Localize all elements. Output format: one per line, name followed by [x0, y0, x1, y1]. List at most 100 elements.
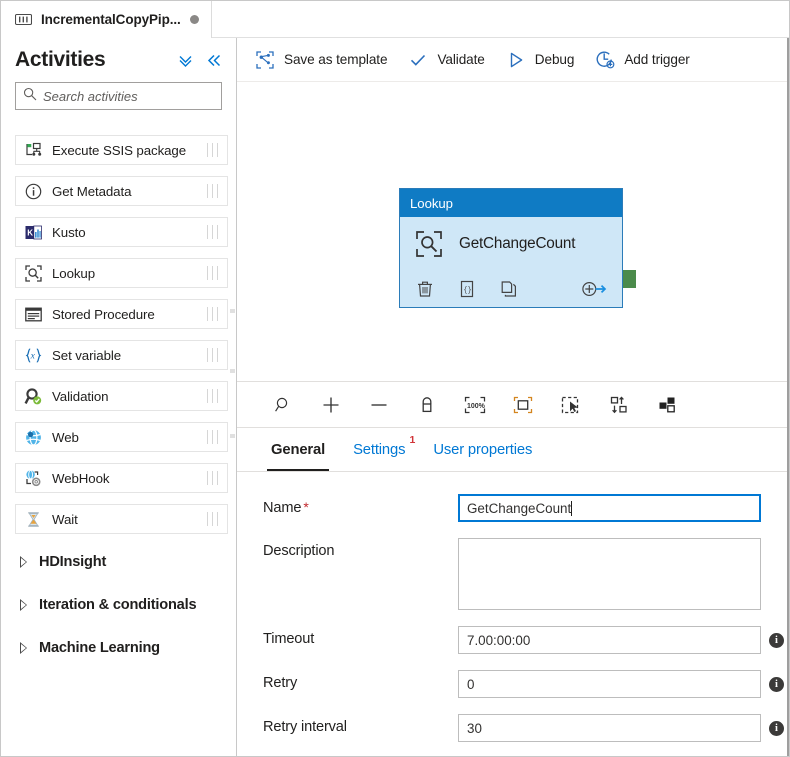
activity-item-set-variable[interactable]: x Set variable — [15, 340, 228, 370]
pipeline-tab-title: IncrementalCopyPip... — [41, 12, 181, 27]
activity-item-wait[interactable]: Wait — [15, 504, 228, 534]
drag-handle[interactable] — [207, 266, 218, 280]
pipeline-activity-node-getchangecount[interactable]: Lookup GetChangeCount {} — [399, 188, 623, 308]
kusto-icon: K — [24, 223, 43, 242]
field-label-retry: Retry — [263, 670, 458, 691]
select-region-icon[interactable] — [547, 388, 595, 422]
set-variable-icon: x — [24, 346, 43, 365]
command-label: Validate — [437, 52, 485, 67]
activity-item-stored-procedure[interactable]: Stored Procedure — [15, 299, 228, 329]
activity-item-webhook[interactable]: WebHook — [15, 463, 228, 493]
unsaved-changes-dot — [189, 15, 199, 24]
lock-icon[interactable] — [403, 388, 451, 422]
activity-item-get-metadata[interactable]: Get Metadata — [15, 176, 228, 206]
field-control-name: GetChangeCount — [458, 494, 789, 522]
name-input-value: GetChangeCount — [467, 500, 572, 516]
code-view-icon[interactable]: {} — [457, 279, 477, 299]
validate-button[interactable]: Validate — [406, 44, 495, 76]
activity-item-web[interactable]: Web — [15, 422, 228, 452]
tab-general[interactable]: General — [257, 429, 339, 471]
zoom-100-percent-icon[interactable]: 100% — [451, 388, 499, 422]
info-icon[interactable]: i — [769, 633, 784, 648]
execute-ssis-package-icon — [24, 141, 43, 160]
sidebar-scrollbar[interactable] — [230, 134, 235, 608]
retry-interval-input[interactable] — [458, 714, 761, 742]
tab-label: General — [271, 442, 326, 458]
drag-handle[interactable] — [207, 143, 218, 157]
fit-to-screen-icon[interactable] — [499, 388, 547, 422]
field-row-name: Name * GetChangeCount — [237, 494, 789, 522]
pipeline-tab[interactable]: IncrementalCopyPip... — [1, 1, 212, 38]
text-caret — [571, 500, 573, 516]
settings-error-badge: 1 — [409, 434, 416, 446]
tab-settings[interactable]: Settings 1 — [339, 429, 419, 471]
zoom-in-icon[interactable] — [307, 388, 355, 422]
chevron-right-icon — [20, 556, 27, 568]
info-icon[interactable]: i — [769, 721, 784, 736]
zoom-out-icon[interactable] — [355, 388, 403, 422]
get-metadata-icon — [24, 182, 43, 201]
layout-icon[interactable] — [643, 388, 691, 422]
chevron-double-down-icon[interactable] — [176, 51, 194, 69]
add-output-icon[interactable] — [580, 279, 608, 299]
activity-item-kusto[interactable]: K Kusto — [15, 217, 228, 247]
activity-item-execute-ssis-package[interactable]: Execute SSIS package — [15, 135, 228, 165]
drag-handle[interactable] — [207, 307, 218, 321]
drag-handle[interactable] — [207, 430, 218, 444]
document-tab-strip: IncrementalCopyPip... — [1, 1, 789, 38]
chevron-right-icon — [20, 642, 27, 654]
pipeline-main-panel: Save as template Validate Debug Add trig… — [237, 38, 789, 756]
activity-group-hdinsight[interactable]: HDInsight — [15, 547, 228, 577]
search-activities-box[interactable] — [15, 82, 222, 110]
tab-label: Settings — [353, 442, 406, 458]
field-control-retry: i — [458, 670, 789, 698]
field-label-name: Name * — [263, 494, 458, 516]
activity-label: WebHook — [52, 470, 110, 486]
auto-align-icon[interactable] — [595, 388, 643, 422]
timeout-input[interactable] — [458, 626, 761, 654]
search-input[interactable] — [43, 83, 221, 109]
drag-handle[interactable] — [207, 471, 218, 485]
retry-input[interactable] — [458, 670, 761, 698]
clone-icon[interactable] — [499, 279, 519, 299]
lookup-icon — [414, 229, 444, 259]
pipeline-icon — [14, 13, 33, 26]
activity-item-validation[interactable]: Validation — [15, 381, 228, 411]
info-icon[interactable]: i — [769, 677, 784, 692]
add-trigger-icon — [595, 50, 615, 70]
save-as-template-icon — [255, 50, 275, 70]
save-as-template-button[interactable]: Save as template — [253, 44, 398, 76]
field-row-retry-interval: Retry interval i — [237, 714, 789, 742]
add-trigger-button[interactable]: Add trigger — [593, 44, 700, 76]
zoom-to-fit-icon[interactable] — [259, 388, 307, 422]
tab-user-properties[interactable]: User properties — [419, 429, 546, 471]
activities-sidebar-header: Activities — [1, 38, 236, 82]
activity-item-lookup[interactable]: Lookup — [15, 258, 228, 288]
drag-handle[interactable] — [207, 184, 218, 198]
lookup-icon — [24, 264, 43, 283]
activity-group-machine-learning[interactable]: Machine Learning — [15, 633, 228, 663]
chevron-double-left-icon[interactable] — [205, 51, 223, 69]
canvas-tool-strip: 100% — [237, 382, 789, 428]
drag-handle[interactable] — [207, 348, 218, 362]
activity-group-iteration-conditionals[interactable]: Iteration & conditionals — [15, 590, 228, 620]
activity-label: Validation — [52, 388, 109, 404]
name-input[interactable]: GetChangeCount — [458, 494, 761, 522]
required-asterisk: * — [303, 499, 309, 515]
activities-sidebar: Activities Search activities Execute SSI… — [1, 38, 237, 756]
debug-button[interactable]: Debug — [504, 44, 586, 76]
drag-handle[interactable] — [207, 389, 218, 403]
field-label-description: Description — [263, 538, 458, 559]
wait-icon — [24, 510, 43, 529]
label-text: Timeout — [263, 631, 315, 647]
field-row-timeout: Timeout i — [237, 626, 789, 654]
description-input[interactable] — [458, 538, 761, 610]
drag-handle[interactable] — [207, 512, 218, 526]
pipeline-canvas[interactable]: Lookup GetChangeCount {} — [237, 82, 789, 382]
delete-icon[interactable] — [415, 279, 435, 299]
label-text: Name — [263, 500, 302, 516]
activity-success-output-handle[interactable] — [623, 270, 636, 288]
label-text: Description — [263, 543, 335, 559]
drag-handle[interactable] — [207, 225, 218, 239]
activity-label: Set variable — [52, 347, 122, 363]
